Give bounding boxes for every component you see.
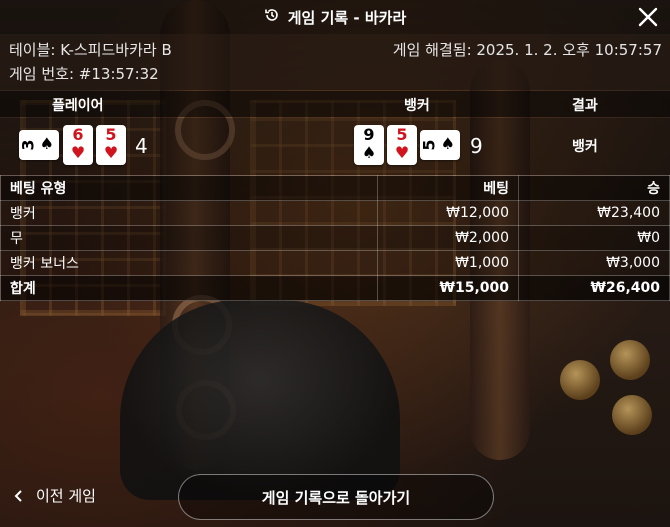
- player-card: 6 ♥: [63, 125, 93, 165]
- heart-icon: ♥: [103, 143, 119, 162]
- bet-type-header: 베팅 유형: [0, 175, 378, 201]
- spade-icon: ♠: [361, 143, 377, 162]
- total-row: 합계 ₩15,000 ₩26,400: [0, 275, 670, 301]
- player-header: 플레이어: [52, 98, 104, 114]
- bets-table: 베팅 유형 베팅 승 뱅커 ₩12,000 ₩23,400 무 ₩2,000 ₩…: [0, 175, 670, 301]
- card-rank: 9: [363, 125, 375, 144]
- spade-icon: ♠: [440, 134, 455, 153]
- window-title: 게임 기록 - 바카라: [287, 8, 407, 27]
- banker-card: 9 ♠: [354, 125, 384, 165]
- table-row: 뱅커 보너스 ₩1,000 ₩3,000: [0, 250, 670, 276]
- card-rank: 5: [105, 125, 117, 144]
- previous-game-label[interactable]: 이전 게임: [36, 485, 96, 506]
- player-card: 5 ♥: [96, 125, 126, 165]
- bet-type: 뱅커 보너스: [0, 250, 378, 276]
- game-result: 뱅커: [572, 139, 598, 155]
- heart-icon: ♥: [394, 143, 410, 162]
- win-amount-header: 승: [518, 175, 670, 201]
- table-row: 무 ₩2,000 ₩0: [0, 225, 670, 251]
- game-number: 게임 번호: #13:57:32: [9, 65, 159, 83]
- close-icon[interactable]: [636, 5, 660, 29]
- win-amount: ₩23,400: [518, 200, 670, 226]
- total-bet: ₩15,000: [377, 275, 519, 301]
- total-win: ₩26,400: [518, 275, 670, 301]
- spade-icon: ♠: [39, 134, 54, 153]
- resolved-time: 게임 해결됨: 2025. 1. 2. 오후 10:57:57: [392, 41, 662, 59]
- bet-type: 무: [0, 225, 378, 251]
- player-card: 3 ♠: [19, 130, 59, 160]
- bet-amount: ₩12,000: [377, 200, 519, 226]
- card-rank: 6: [72, 125, 84, 144]
- banker-card: 5 ♥: [387, 125, 417, 165]
- history-icon: [264, 7, 280, 27]
- total-label: 합계: [0, 275, 378, 301]
- player-score: 4: [135, 134, 148, 158]
- hands-header: 플레이어 뱅커 결과: [0, 91, 670, 117]
- back-to-history-label[interactable]: 게임 기록으로 돌아가기: [262, 487, 410, 508]
- banker-header: 뱅커: [404, 98, 430, 114]
- hands-row: 3 ♠ 6 ♥ 5 ♥ 4 9 ♠ 5 ♥ 5 ♠ 9 뱅커: [0, 118, 670, 175]
- table-row: 뱅커 ₩12,000 ₩23,400: [0, 200, 670, 226]
- footer: 이전 게임 게임 기록으로 돌아가기: [0, 465, 670, 527]
- win-amount: ₩0: [518, 225, 670, 251]
- title-bar: 게임 기록 - 바카라: [0, 0, 670, 34]
- bet-type: 뱅커: [0, 200, 378, 226]
- card-rank: 5: [419, 139, 439, 151]
- result-header: 결과: [572, 98, 598, 114]
- win-amount: ₩3,000: [518, 250, 670, 276]
- back-to-history-button[interactable]: 게임 기록으로 돌아가기: [178, 474, 494, 520]
- card-rank: 3: [18, 139, 38, 151]
- bet-amount-header: 베팅: [377, 175, 519, 201]
- bets-header-row: 베팅 유형 베팅 승: [0, 175, 670, 201]
- banker-score: 9: [470, 134, 483, 158]
- game-info: 테이블: K-스피드바카라 B 게임 번호: #13:57:32 게임 해결됨:…: [0, 34, 670, 90]
- banker-card: 5 ♠: [420, 130, 460, 160]
- card-rank: 5: [396, 125, 408, 144]
- close-button[interactable]: [636, 5, 660, 29]
- bet-amount: ₩2,000: [377, 225, 519, 251]
- chevron-left-icon[interactable]: [14, 489, 24, 503]
- heart-icon: ♥: [70, 143, 86, 162]
- previous-game-button[interactable]: 이전 게임: [14, 485, 96, 506]
- table-label: 테이블: K-스피드바카라 B: [9, 41, 172, 59]
- bet-amount: ₩1,000: [377, 250, 519, 276]
